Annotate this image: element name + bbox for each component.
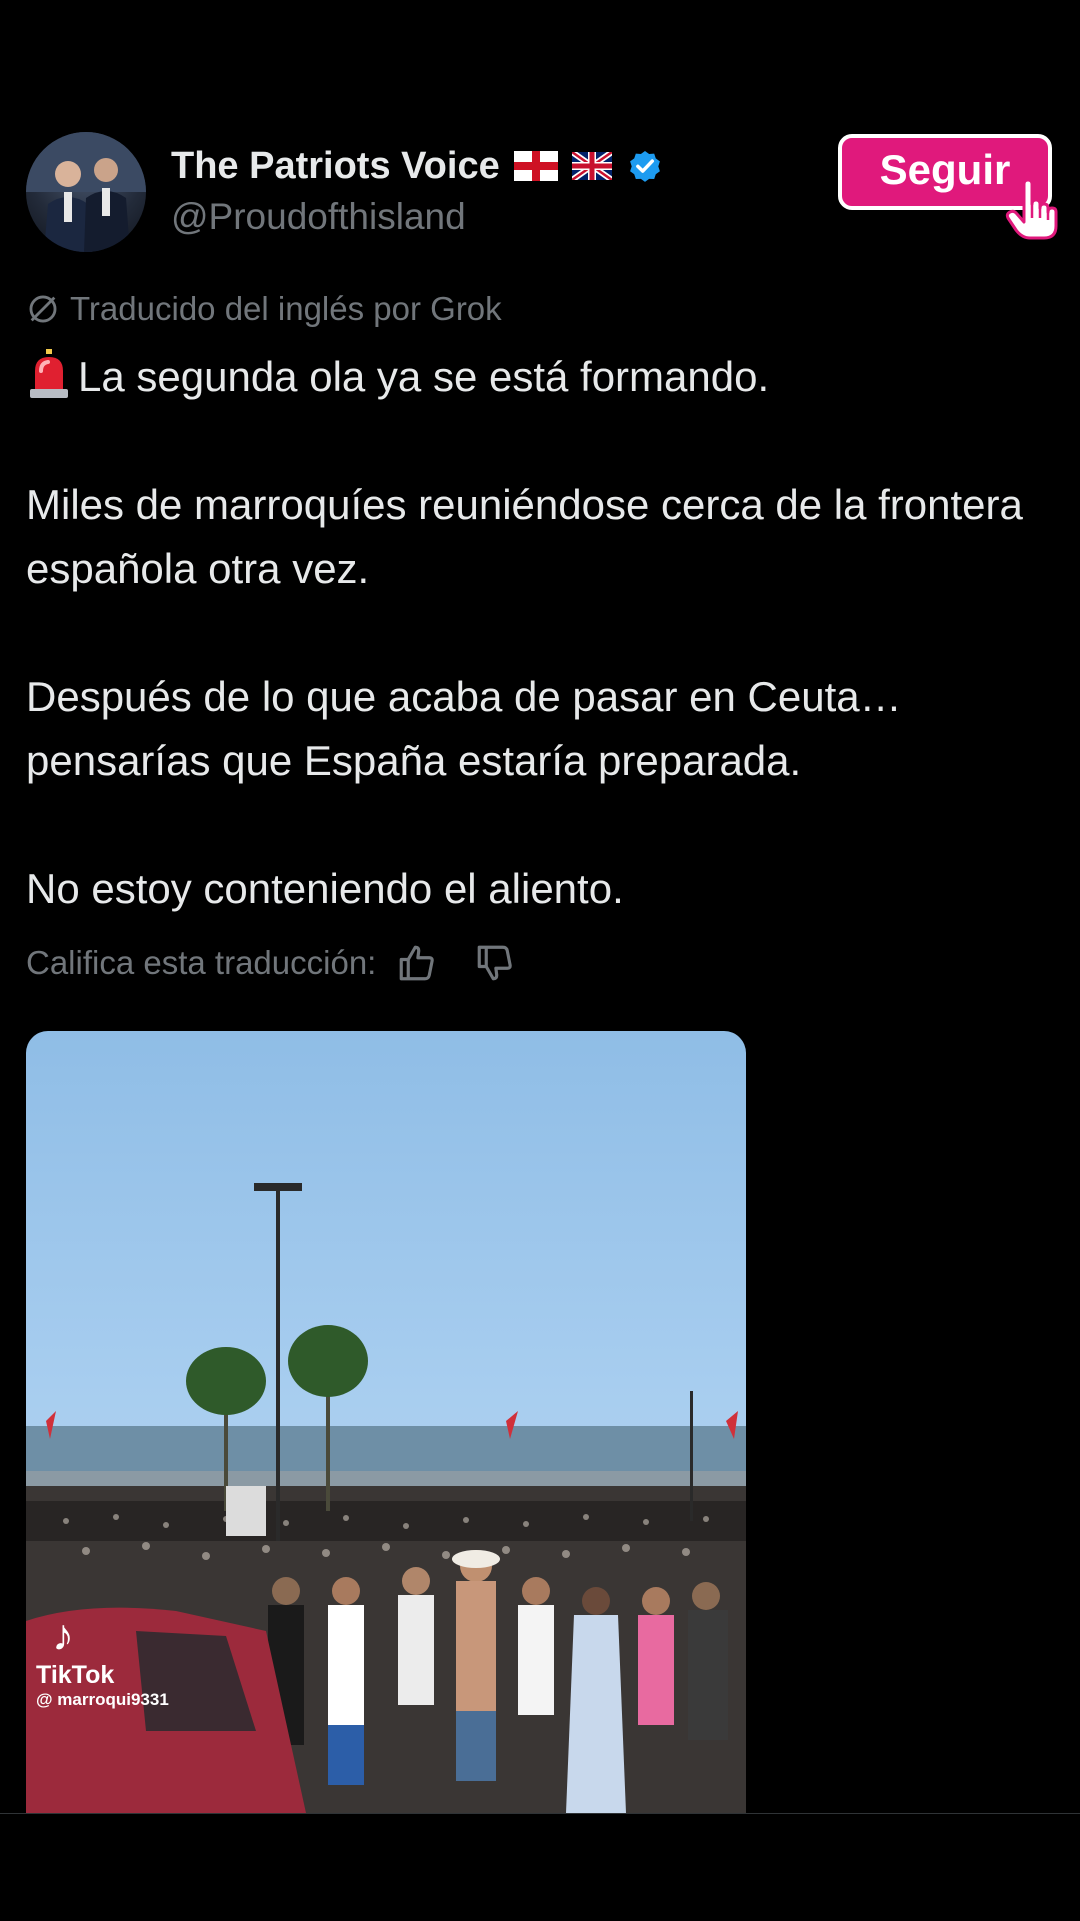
tiktok-watermark-name: TikTok <box>36 1661 115 1689</box>
verified-badge-icon <box>629 150 660 182</box>
avatar[interactable] <box>26 132 146 252</box>
avatar-image <box>26 132 146 252</box>
siren-emoji-icon <box>30 349 68 398</box>
tweet-line-1-text: La segunda ola ya se está formando. <box>78 353 770 400</box>
tiktok-logo-icon: ♪ <box>52 1611 74 1660</box>
tweet-line-4: No estoy conteniendo el aliento. <box>26 865 624 912</box>
thumbs-up-icon[interactable] <box>396 942 438 984</box>
england-flag-icon <box>513 151 558 181</box>
rate-translation: Califica esta traducción: <box>26 942 516 984</box>
tweet-line-1: La segunda ola ya se está formando. <box>26 345 1046 409</box>
tweet-header: The Patriots Voice @Proudofthisland Segu… <box>26 130 1056 260</box>
tweet-video[interactable]: ♪ TikTok @ marroqui9331 <box>26 1031 746 1813</box>
translation-notice[interactable]: Traducido del inglés por Grok <box>26 290 502 328</box>
thumbs-down-icon[interactable] <box>474 942 516 984</box>
tiktok-watermark-user: @ marroqui9331 <box>36 1690 169 1709</box>
grok-icon <box>29 295 57 323</box>
tweet-body: La segunda ola ya se está formando. Mile… <box>26 345 1046 921</box>
display-name[interactable]: The Patriots Voice <box>171 145 500 188</box>
hand-cursor-icon <box>1005 180 1058 240</box>
tweet-line-2: Miles de marroquíes reuniéndose cerca de… <box>26 481 1023 592</box>
user-handle[interactable]: @Proudofthisland <box>171 196 664 238</box>
uk-flag-icon <box>571 152 612 180</box>
tiktok-watermark: ♪ TikTok @ marroqui9331 <box>36 1611 169 1710</box>
rate-translation-label: Califica esta traducción: <box>26 944 377 981</box>
bottom-bar <box>0 1813 1080 1921</box>
translation-notice-text: Traducido del inglés por Grok <box>70 290 502 327</box>
tweet-line-3: Después de lo que acaba de pasar en Ceut… <box>26 673 902 784</box>
